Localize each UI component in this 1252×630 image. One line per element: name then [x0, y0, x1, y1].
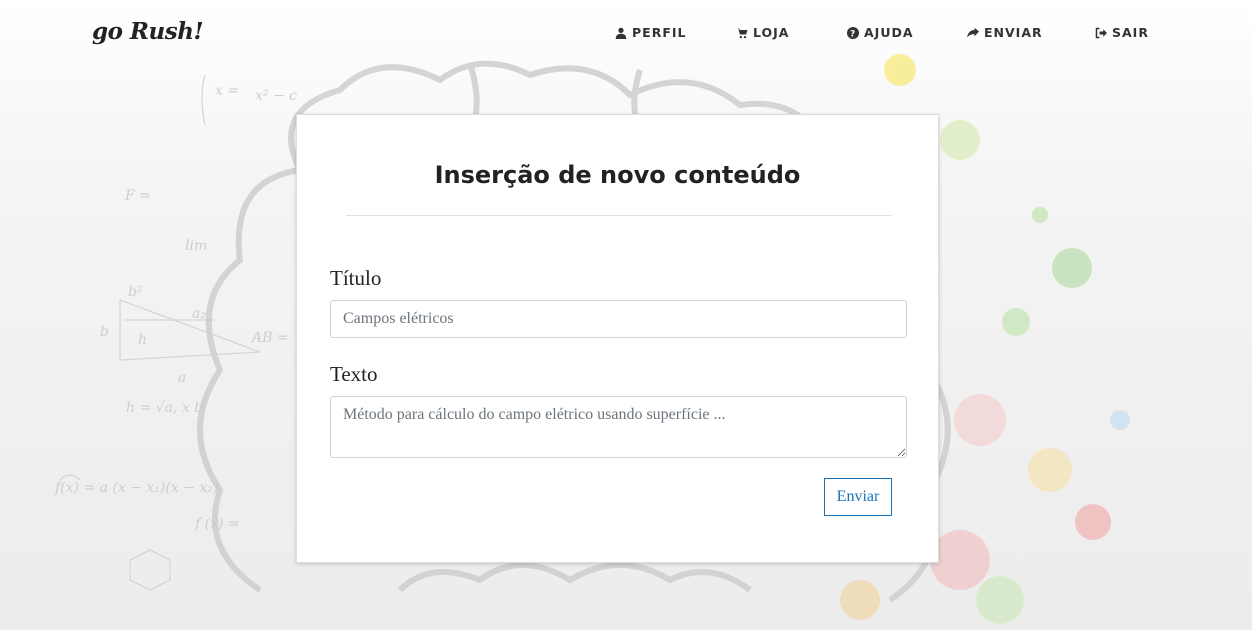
brand-logo[interactable]: go Rush! [92, 18, 204, 45]
nav-item-label: AJUDA [864, 25, 914, 40]
nav-item-sair[interactable]: SAIR [1095, 25, 1149, 40]
nav-item-enviar[interactable]: ENVIAR [967, 25, 1043, 40]
nav-item-label: PERFIL [632, 25, 687, 40]
svg-text:F =: F = [124, 188, 151, 204]
cart-icon [736, 28, 748, 38]
nav-item-label: LOJA [753, 25, 790, 40]
text-field-label: Texto [330, 362, 378, 386]
title-field-label: Título [330, 266, 382, 290]
svg-text:h: h [138, 332, 147, 348]
nav-item-label: ENVIAR [984, 25, 1043, 40]
user-icon [615, 27, 627, 39]
nav-item-loja[interactable]: LOJA [736, 25, 789, 40]
title-divider [346, 215, 892, 216]
share-icon [967, 27, 979, 37]
svg-text:x =: x = [215, 83, 239, 99]
svg-text:f(x) = a (x − x₁)(x − x₂): f(x) = a (x − x₁)(x − x₂) [54, 480, 218, 496]
svg-text:h = √a, x b: h = √a, x b [126, 400, 203, 416]
svg-text:lim: lim [185, 238, 207, 254]
sign-out-icon [1095, 27, 1107, 38]
submit-button[interactable]: Enviar [824, 478, 892, 516]
svg-text:?: ? [850, 29, 856, 39]
nav-item-perfil[interactable]: PERFIL [615, 25, 686, 40]
form-title: Inserção de novo conteúdo [434, 161, 801, 189]
svg-text:a₂: a₂ [192, 306, 206, 322]
svg-text:b: b [100, 324, 109, 340]
navbar: go Rush! PERFIL LOJA ? AJUDA ENVIAR SAIR [0, 0, 1252, 68]
new-content-form-card: Inserção de novo conteúdo Título Texto E… [296, 114, 939, 563]
svg-text:b²: b² [128, 284, 143, 300]
question-circle-icon: ? [847, 26, 859, 39]
nav-item-ajuda[interactable]: ? AJUDA [847, 25, 914, 40]
svg-text:f (x) =: f (x) = [194, 516, 240, 532]
nav-item-label: SAIR [1112, 25, 1149, 40]
svg-text:AB =: AB = [250, 330, 289, 346]
title-input[interactable] [330, 300, 907, 338]
svg-text:x² − c: x² − c [255, 88, 297, 104]
svg-text:a: a [178, 370, 186, 386]
text-textarea[interactable] [330, 396, 907, 458]
